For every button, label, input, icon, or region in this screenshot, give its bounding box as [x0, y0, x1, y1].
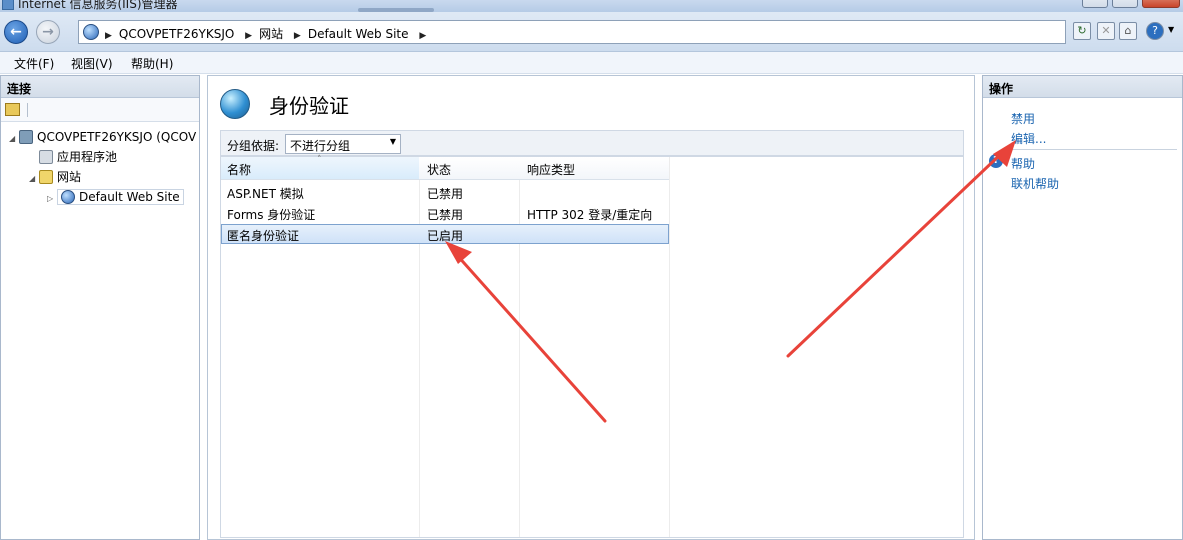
connections-toolbar	[1, 98, 199, 122]
actions-divider	[1011, 149, 1177, 150]
connections-header: 连接	[1, 76, 199, 98]
item-name: 匿名身份验证	[227, 229, 300, 243]
action-edit[interactable]: 编辑...	[1011, 130, 1046, 147]
refresh-icon[interactable]: ↻	[1073, 22, 1091, 40]
breadcrumb-server[interactable]: QCOVPETF26YKSJO	[119, 27, 234, 41]
chevron-right-icon: ▶	[293, 31, 301, 41]
chevron-right-icon: ▶	[105, 31, 112, 41]
address-box[interactable]: ▶ QCOVPETF26YKSJO ▶ 网站 ▶ Default Web Site ▶	[78, 20, 1066, 44]
toolbar-divider	[27, 103, 28, 117]
tree-item-sites[interactable]: ◢ 网站	[29, 168, 81, 186]
column-header-response[interactable]: 响应类型	[527, 161, 575, 178]
item-name: Forms 身份验证	[227, 208, 316, 222]
actions-panel: 操作 禁用 编辑... ? 帮助 联机帮助	[982, 75, 1183, 540]
menu-view[interactable]: 视图(V)	[71, 55, 113, 72]
page-title: 身份验证	[269, 94, 349, 118]
breadcrumb-site[interactable]: Default Web Site	[308, 27, 409, 41]
item-status: 已启用	[427, 229, 464, 243]
actions-header: 操作	[983, 76, 1182, 98]
action-disable[interactable]: 禁用	[1011, 110, 1035, 127]
maximize-button[interactable]	[1112, 0, 1138, 8]
connect-folder-icon[interactable]	[5, 103, 20, 116]
forward-button[interactable]: →	[36, 20, 60, 44]
list-item[interactable]: ASP.NET 模拟 已禁用	[221, 182, 669, 202]
menu-file[interactable]: 文件(F)	[14, 55, 54, 72]
tree-item-server[interactable]: ◢ QCOVPETF26YKSJO (QCOV	[9, 128, 196, 146]
group-by-label: 分组依据:	[227, 139, 280, 153]
feature-panel: 身份验证 分组依据: 不进行分组 ▼ 名称 ˄ 状态 响应类型 ASP.NET …	[207, 75, 975, 540]
help-icon: ?	[989, 154, 1003, 168]
tree-label-app-pools: 应用程序池	[57, 150, 118, 164]
expanded-icon[interactable]: ◢	[29, 170, 39, 188]
tree-selected-item[interactable]: Default Web Site	[57, 189, 184, 205]
action-help[interactable]: 帮助	[1011, 155, 1035, 172]
item-name: ASP.NET 模拟	[227, 187, 304, 201]
chevron-right-icon[interactable]: ▶	[419, 31, 426, 41]
action-online-help[interactable]: 联机帮助	[1011, 175, 1059, 192]
expanded-icon[interactable]: ◢	[9, 130, 19, 148]
back-arrow-icon: ←	[10, 24, 22, 40]
group-by-bar: 分组依据: 不进行分组 ▼	[220, 130, 964, 156]
tree-item-app-pools[interactable]: 应用程序池	[29, 148, 117, 166]
column-header-name[interactable]: 名称	[227, 161, 251, 178]
close-button[interactable]	[1142, 0, 1180, 8]
collapsed-icon[interactable]: ▷	[47, 190, 57, 208]
connections-panel: 连接 ◢ QCOVPETF26YKSJO (QCOV 应用程序池 ◢ 网站 ▷ Def…	[0, 75, 200, 540]
address-bar: ← → ▶ QCOVPETF26YKSJO ▶ 网站 ▶ Default Web Si…	[0, 12, 1183, 52]
breadcrumb-sites[interactable]: 网站	[259, 27, 283, 41]
authentication-globe-icon	[220, 89, 250, 119]
help-icon[interactable]: ?	[1146, 22, 1164, 40]
list-item-selected[interactable]: 匿名身份验证 已启用	[221, 224, 669, 244]
help-dropdown-icon[interactable]: ▼	[1168, 25, 1174, 34]
authentication-list: 名称 ˄ 状态 响应类型 ASP.NET 模拟 已禁用 Forms 身份验证 已…	[220, 155, 964, 538]
sort-ascending-icon: ˄	[317, 155, 322, 165]
window-title: Internet 信息服务(IIS)管理器	[18, 0, 178, 11]
item-status: 已禁用	[427, 187, 464, 201]
iis-app-icon	[2, 0, 14, 10]
item-response: HTTP 302 登录/重定向	[527, 208, 653, 222]
chevron-right-icon: ▶	[245, 31, 253, 41]
website-globe-icon	[61, 190, 75, 204]
server-icon	[19, 130, 33, 144]
breadcrumb: ▶ QCOVPETF26YKSJO ▶ 网站 ▶ Default Web Site ▶	[103, 25, 433, 42]
tree-label-server: QCOVPETF26YKSJO (QCOV	[37, 130, 197, 144]
tree-label-site: Default Web Site	[79, 190, 180, 204]
minimize-button[interactable]	[1082, 0, 1108, 8]
sites-folder-icon	[39, 170, 53, 184]
app-pool-icon	[39, 150, 53, 164]
menu-bar: 文件(F) 视图(V) 帮助(H)	[0, 52, 1183, 74]
title-bar: Internet 信息服务(IIS)管理器	[0, 0, 1183, 12]
stop-icon[interactable]: ✕	[1097, 22, 1115, 40]
globe-icon	[83, 24, 99, 40]
column-header-status[interactable]: 状态	[427, 161, 451, 178]
home-icon[interactable]: ⌂	[1119, 22, 1137, 40]
back-button[interactable]: ←	[4, 20, 28, 44]
group-by-value: 不进行分组	[290, 139, 351, 153]
chevron-down-icon: ▼	[389, 137, 396, 146]
menu-help[interactable]: 帮助(H)	[131, 55, 173, 72]
list-header: 名称 ˄ 状态 响应类型	[221, 155, 669, 180]
tree-item-default-site[interactable]: ▷ Default Web Site	[47, 188, 184, 206]
list-item[interactable]: Forms 身份验证 已禁用 HTTP 302 登录/重定向	[221, 203, 669, 223]
item-status: 已禁用	[427, 208, 464, 222]
tree-label-sites: 网站	[57, 170, 82, 184]
group-by-select[interactable]: 不进行分组 ▼	[285, 134, 401, 154]
forward-arrow-icon: →	[42, 24, 54, 40]
